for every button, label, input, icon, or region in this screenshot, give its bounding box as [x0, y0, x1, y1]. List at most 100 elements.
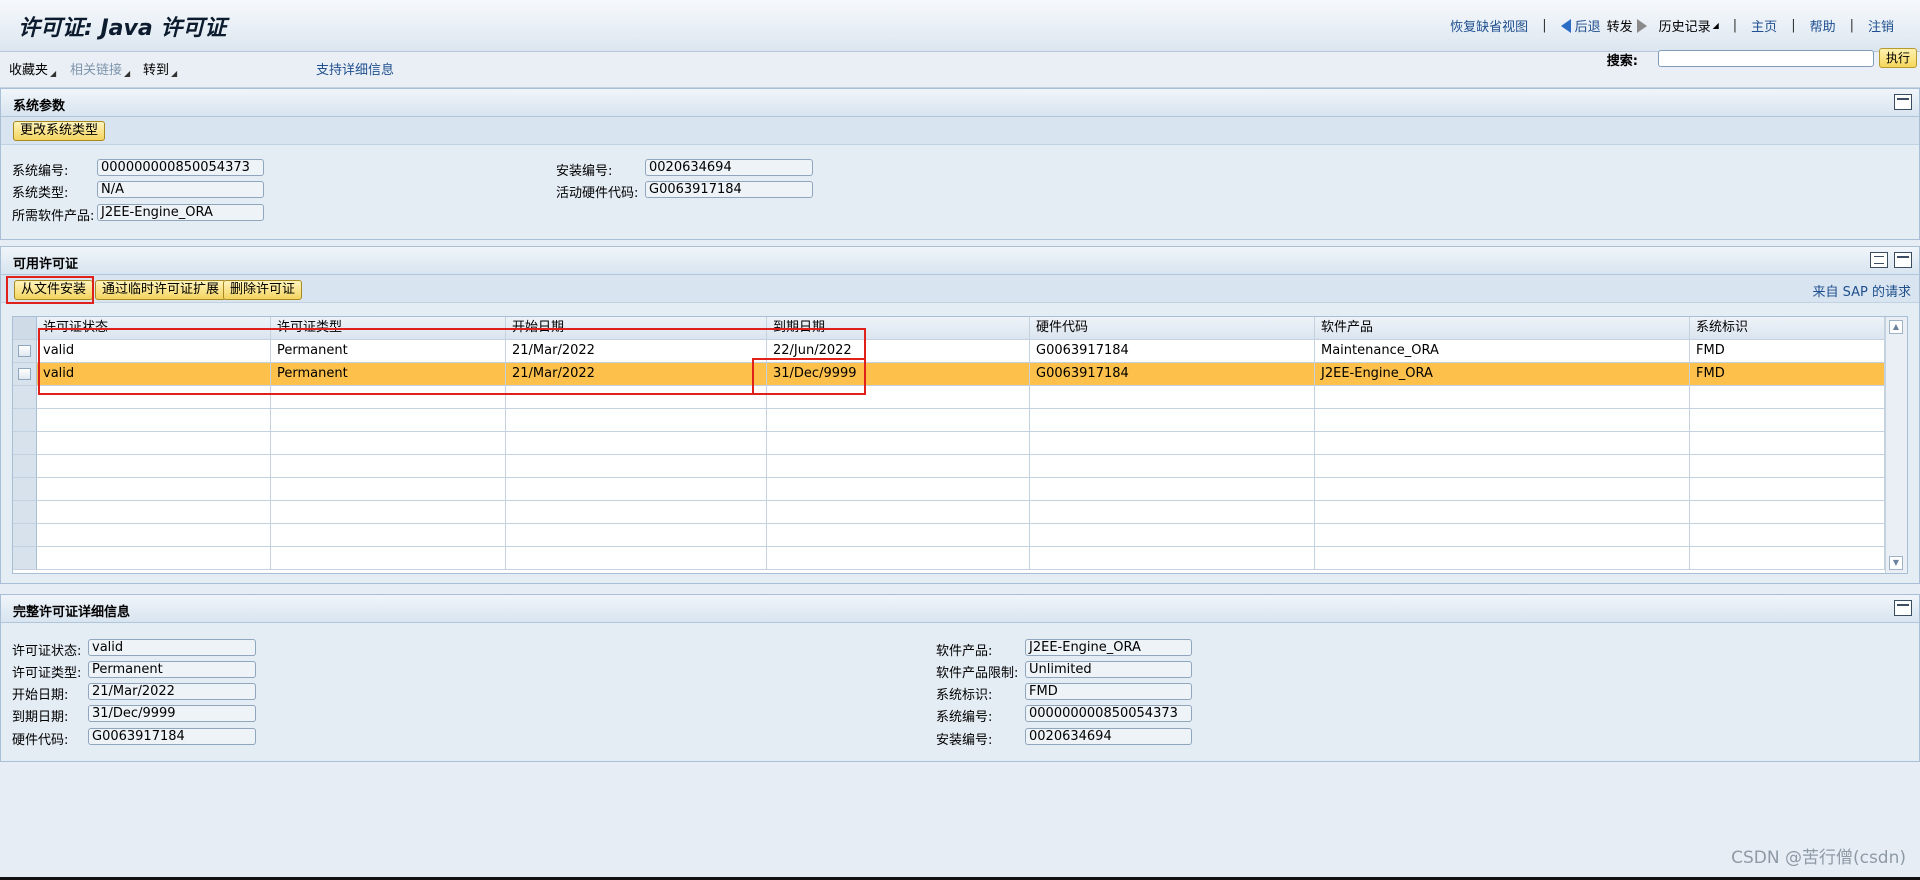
detail-start-field: 21/Mar/2022 — [88, 683, 256, 700]
empty-cell — [1315, 501, 1690, 524]
back-arrow-icon[interactable] — [1560, 18, 1571, 33]
empty-cell — [506, 524, 767, 547]
empty-cell — [37, 547, 271, 570]
support-details-link[interactable]: 支持详细信息 — [316, 59, 394, 78]
empty-cell — [506, 478, 767, 501]
back-link[interactable]: 后退 — [1575, 16, 1601, 35]
detail-hw-field: G0063917184 — [88, 728, 256, 745]
change-system-type-button[interactable]: 更改系统类型 — [13, 121, 106, 141]
empty-row — [13, 524, 1885, 547]
cell-hw: G0063917184 — [1030, 340, 1315, 363]
favorites-menu[interactable]: 收藏夹 ◢ — [9, 59, 56, 78]
licenses-title: 可用许可证 — [13, 257, 79, 272]
column-header[interactable]: 系统标识 — [1690, 317, 1885, 340]
empty-cell — [37, 501, 271, 524]
execute-button[interactable]: 执行 — [1879, 48, 1917, 68]
system-number-field: 000000000850054373 — [97, 159, 264, 176]
system-params-title: 系统参数 — [13, 99, 66, 114]
licenses-toolbar: 从文件安装 通过临时许可证扩展 删除许可证 来自 SAP 的请求 — [1, 275, 1919, 303]
system-params-panel: 系统参数 更改系统类型 — [0, 88, 1920, 240]
system-type-label: 系统类型: — [12, 186, 69, 201]
empty-cell — [1030, 432, 1315, 455]
cell-product: Maintenance_ORA — [1315, 340, 1690, 363]
scroll-up-icon[interactable]: ▲ — [1889, 320, 1903, 334]
detail-type-field: Permanent — [88, 661, 256, 678]
collapse-icon[interactable] — [1894, 252, 1912, 268]
install-number-label: 安装编号: — [556, 164, 613, 179]
collapse-icon[interactable] — [1894, 94, 1912, 110]
dropdown-triangle-icon: ◢ — [171, 69, 178, 78]
empty-cell — [767, 524, 1030, 547]
table-settings-icon[interactable] — [1870, 252, 1888, 268]
detail-sysno-field: 000000000850054373 — [1025, 705, 1192, 722]
empty-cell — [1030, 409, 1315, 432]
search-label: 搜索: — [1606, 54, 1638, 69]
empty-cell — [37, 455, 271, 478]
cell-sid: FMD — [1690, 340, 1885, 363]
empty-row — [13, 478, 1885, 501]
row-selector — [13, 501, 37, 524]
selector-box — [18, 345, 31, 357]
row-selector — [13, 524, 37, 547]
cell-sid: FMD — [1690, 363, 1885, 386]
detail-end-field: 31/Dec/9999 — [88, 705, 256, 722]
system-number-label: 系统编号: — [12, 164, 69, 179]
hardware-key-label: 活动硬件代码: — [556, 186, 639, 201]
empty-cell — [1315, 409, 1690, 432]
empty-cell — [271, 524, 506, 547]
empty-cell — [1690, 432, 1885, 455]
hardware-key-field: G0063917184 — [645, 181, 813, 198]
forward-arrow-icon[interactable] — [1636, 18, 1647, 33]
empty-row — [13, 432, 1885, 455]
row-selector — [13, 547, 37, 570]
detail-instno-label: 安装编号: — [936, 733, 993, 748]
row-selector[interactable] — [13, 363, 37, 386]
system-params-toolbar: 更改系统类型 — [1, 117, 1919, 145]
detail-limit-label: 软件产品限制: — [936, 666, 1019, 681]
empty-cell — [1030, 547, 1315, 570]
cell-hw: G0063917184 — [1030, 363, 1315, 386]
restore-view-link[interactable]: 恢复缺省视图 — [1450, 16, 1528, 35]
collapse-icon[interactable] — [1894, 600, 1912, 616]
scroll-down-icon[interactable]: ▼ — [1889, 556, 1903, 570]
dropdown-triangle-icon: ◢ — [124, 69, 131, 78]
row-selector — [13, 432, 37, 455]
empty-cell — [271, 432, 506, 455]
vertical-scrollbar[interactable]: ▲ ▼ — [1885, 317, 1907, 573]
logout-link[interactable]: 注销 — [1868, 16, 1894, 35]
temp-license-extension-button[interactable]: 通过临时许可证扩展 — [95, 280, 227, 300]
delete-license-button[interactable]: 删除许可证 — [223, 280, 303, 300]
detail-hw-label: 硬件代码: — [12, 733, 69, 748]
empty-cell — [271, 478, 506, 501]
column-header[interactable]: 硬件代码 — [1030, 317, 1315, 340]
column-header[interactable]: 软件产品 — [1315, 317, 1690, 340]
software-product-label: 所需软件产品: — [12, 209, 95, 224]
related-links-label: 相关链接 — [70, 63, 123, 78]
separator: | — [1791, 18, 1796, 33]
empty-cell — [767, 501, 1030, 524]
row-selector[interactable] — [13, 340, 37, 363]
help-link[interactable]: 帮助 — [1810, 16, 1836, 35]
details-header: 完整许可证详细信息 — [1, 595, 1919, 623]
search-input[interactable] — [1658, 50, 1874, 67]
empty-cell — [767, 455, 1030, 478]
system-type-field: N/A — [97, 181, 264, 198]
history-menu[interactable]: 历史记录 — [1659, 16, 1711, 35]
annotation-box-install — [6, 276, 94, 304]
detail-end-label: 到期日期: — [12, 710, 69, 725]
empty-cell — [1690, 547, 1885, 570]
goto-menu[interactable]: 转到 ◢ — [143, 59, 177, 78]
related-links-menu[interactable]: 相关链接 ◢ — [70, 59, 130, 78]
empty-cell — [1315, 547, 1690, 570]
watermark: CSDN @苦行僧(csdn) — [1731, 848, 1906, 868]
request-from-sap-link[interactable]: 来自 SAP 的请求 — [1813, 281, 1912, 300]
empty-cell — [1690, 524, 1885, 547]
home-link[interactable]: 主页 — [1751, 16, 1777, 35]
empty-cell — [271, 501, 506, 524]
top-links: 恢复缺省视图 | 后退 转发 历史记录 ◢ | 主页 | 帮助 | 注销 — [1450, 16, 1894, 35]
empty-row — [13, 501, 1885, 524]
forward-link[interactable]: 转发 — [1607, 16, 1633, 35]
page-title: 许可证: Java 许可证 — [18, 16, 227, 41]
detail-sid-label: 系统标识: — [936, 688, 993, 703]
select-all-cell[interactable] — [13, 317, 37, 340]
